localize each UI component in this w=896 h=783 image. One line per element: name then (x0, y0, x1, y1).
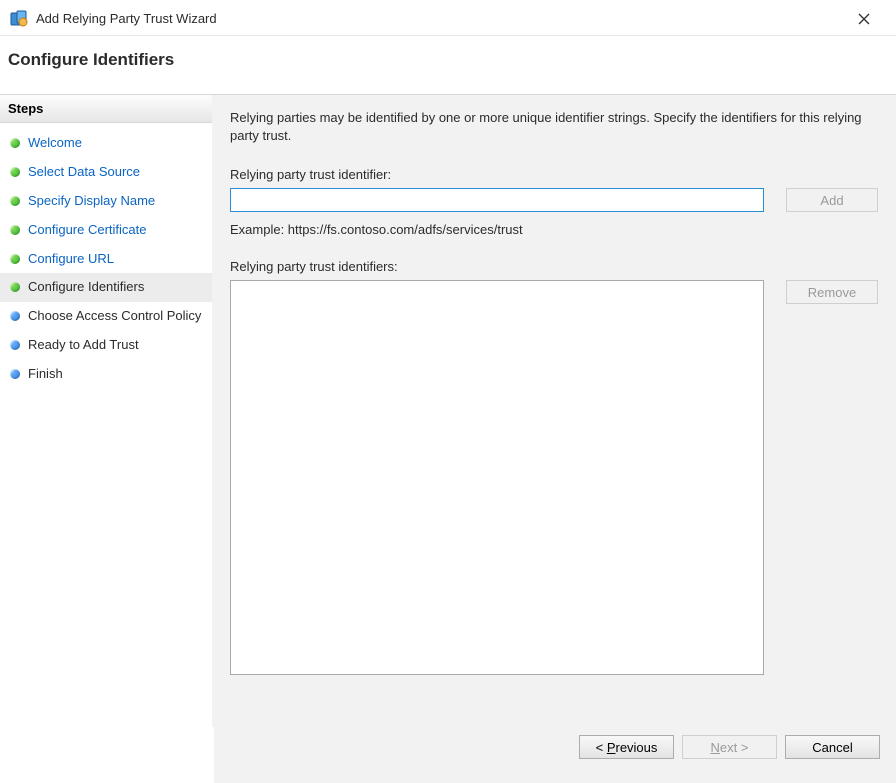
titlebar: Add Relying Party Trust Wizard (0, 0, 896, 36)
add-button[interactable]: Add (786, 188, 878, 212)
step-label: Finish (28, 366, 63, 383)
prev-prefix: < (596, 740, 607, 755)
previous-button[interactable]: < Previous (579, 735, 674, 759)
step-configure-certificate[interactable]: Configure Certificate (0, 216, 212, 245)
step-label: Configure Identifiers (28, 279, 144, 296)
identifier-input-label: Relying party trust identifier: (230, 167, 878, 182)
identifier-list[interactable] (230, 280, 764, 675)
steps-header: Steps (0, 94, 212, 123)
step-bullet-icon (10, 340, 20, 350)
step-finish[interactable]: Finish (0, 360, 212, 389)
page-heading: Configure Identifiers (0, 36, 896, 94)
step-configure-identifiers[interactable]: Configure Identifiers (0, 273, 212, 302)
step-welcome[interactable]: Welcome (0, 129, 212, 158)
identifier-example: Example: https://fs.contoso.com/adfs/ser… (230, 222, 878, 237)
step-bullet-icon (10, 225, 20, 235)
prev-rest: revious (615, 740, 657, 755)
identifier-list-label: Relying party trust identifiers: (230, 259, 878, 274)
step-bullet-icon (10, 254, 20, 264)
step-select-data-source[interactable]: Select Data Source (0, 158, 212, 187)
step-configure-url[interactable]: Configure URL (0, 245, 212, 274)
next-button[interactable]: Next > (682, 735, 777, 759)
identifier-list-row: Remove (230, 280, 878, 675)
step-label: Welcome (28, 135, 82, 152)
step-bullet-icon (10, 311, 20, 321)
wizard-body: Steps Welcome Select Data Source Specify… (0, 94, 896, 727)
next-rest: ext > (720, 740, 749, 755)
intro-text: Relying parties may be identified by one… (230, 109, 870, 145)
cancel-button[interactable]: Cancel (785, 735, 880, 759)
step-ready-to-add-trust[interactable]: Ready to Add Trust (0, 331, 212, 360)
step-bullet-icon (10, 282, 20, 292)
close-button[interactable] (844, 5, 884, 33)
next-mnemonic: N (711, 740, 720, 755)
step-bullet-icon (10, 167, 20, 177)
step-label: Specify Display Name (28, 193, 155, 210)
step-label: Choose Access Control Policy (28, 308, 201, 325)
step-label: Ready to Add Trust (28, 337, 139, 354)
remove-button[interactable]: Remove (786, 280, 878, 304)
prev-mnemonic: P (607, 740, 616, 755)
step-specify-display-name[interactable]: Specify Display Name (0, 187, 212, 216)
steps-list: Welcome Select Data Source Specify Displ… (0, 123, 212, 395)
identifier-input[interactable] (230, 188, 764, 212)
step-bullet-icon (10, 369, 20, 379)
app-icon (10, 10, 28, 28)
step-bullet-icon (10, 196, 20, 206)
step-label: Configure Certificate (28, 222, 147, 239)
window-title: Add Relying Party Trust Wizard (36, 11, 844, 26)
steps-sidebar: Steps Welcome Select Data Source Specify… (0, 94, 212, 727)
identifier-input-row: Add (230, 188, 878, 212)
wizard-footer: < Previous Next > Cancel (214, 727, 896, 783)
step-label: Configure URL (28, 251, 114, 268)
main-panel: Relying parties may be identified by one… (212, 94, 896, 727)
step-bullet-icon (10, 138, 20, 148)
step-choose-access-control-policy[interactable]: Choose Access Control Policy (0, 302, 212, 331)
step-label: Select Data Source (28, 164, 140, 181)
